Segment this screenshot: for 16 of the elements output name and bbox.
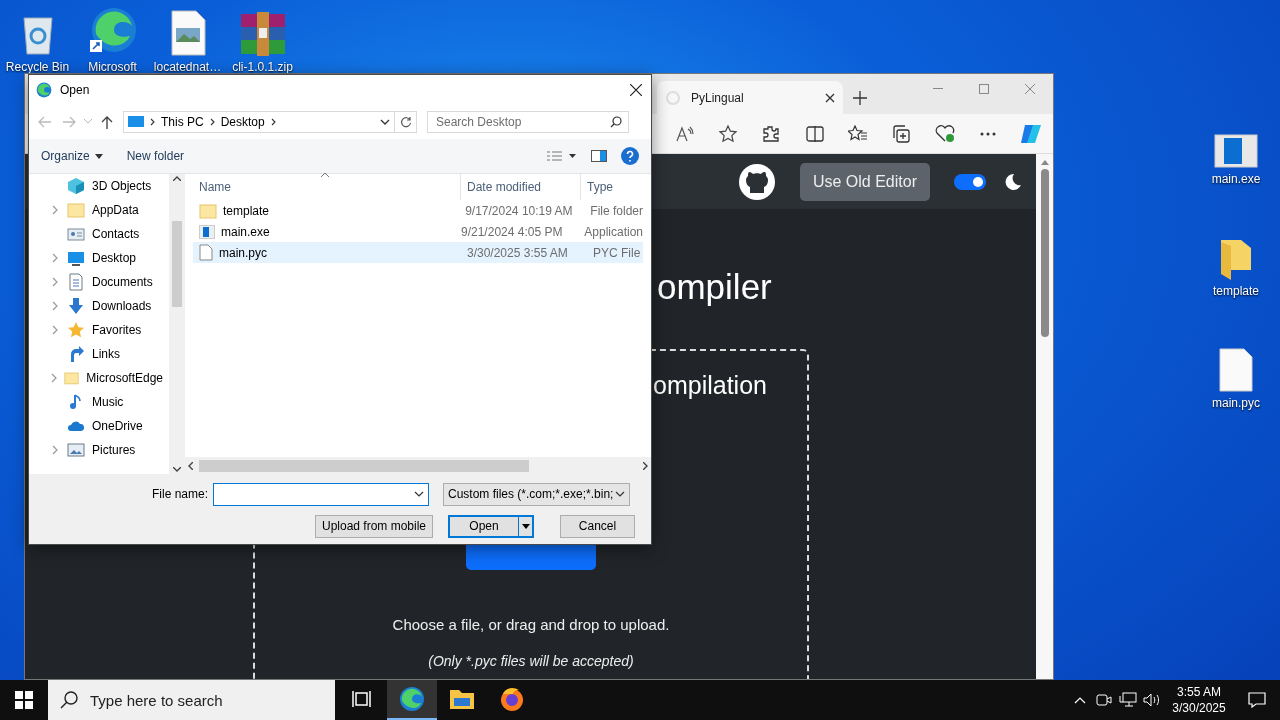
file-date: 9/17/2024 10:19 AM <box>464 203 574 218</box>
section-heading: ompilation <box>653 371 768 400</box>
tab-title: PyLingual <box>691 90 745 105</box>
file-type: File folder <box>589 203 643 218</box>
file-type: PYC File <box>592 245 641 260</box>
file-name-label: File name: <box>150 487 209 501</box>
file-date: 9/21/2024 4:05 PM <box>460 224 564 239</box>
page-heading: ompiler <box>657 266 773 308</box>
dialog-title: Open <box>60 82 91 97</box>
file-type-note: (Only *.pyc files will be accepted) <box>427 653 635 669</box>
file-type: Application <box>583 224 643 239</box>
upload-hint: Choose a file, or drag and drop to upload. <box>391 616 671 633</box>
file-name: main.exe <box>221 224 270 239</box>
file-date: 3/30/2025 3:55 AM <box>466 245 569 260</box>
file-name: main.pyc <box>219 245 268 260</box>
file-name: template <box>223 203 270 218</box>
